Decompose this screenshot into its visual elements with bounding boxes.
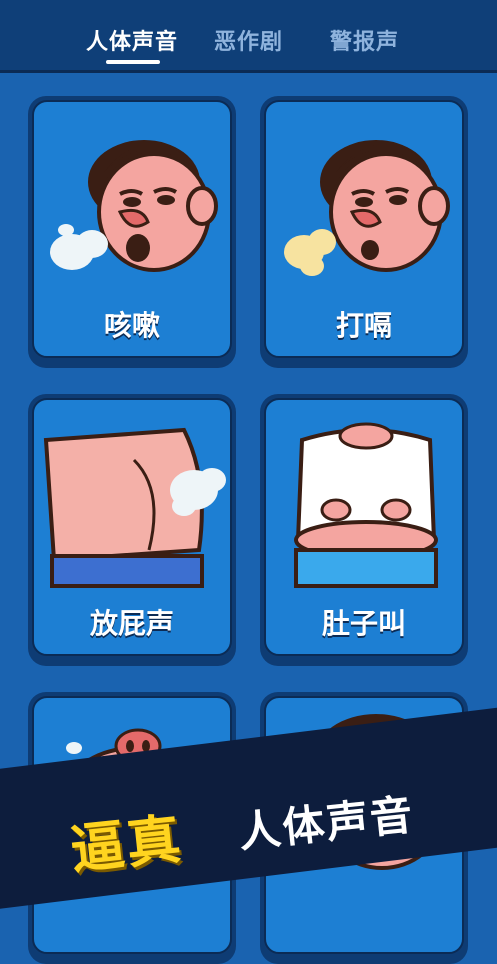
promo-highlight: 逼真 — [67, 807, 186, 882]
sound-card-cough[interactable]: 咳嗽 — [28, 96, 236, 368]
card-label: 放屁声 — [89, 607, 174, 640]
fart-butt-icon — [43, 427, 226, 588]
tab-pranks[interactable]: 恶作剧 — [214, 24, 283, 56]
belly-icon — [294, 422, 438, 588]
burp-face-icon — [284, 140, 450, 276]
card-label: 肚子叫 — [321, 607, 406, 640]
sound-card-burp[interactable]: 打嗝 — [260, 96, 468, 368]
tab-bar: 人体声音 恶作剧 警报声 — [0, 0, 497, 73]
card-label: 打嗝 — [335, 309, 392, 342]
tab-alarm-sounds[interactable]: 警报声 — [330, 24, 399, 56]
active-tab-indicator — [106, 60, 160, 64]
tab-human-sounds[interactable]: 人体声音 — [86, 24, 178, 56]
sound-card-belly[interactable]: 肚子叫 — [260, 394, 468, 666]
cough-face-icon — [50, 140, 218, 272]
sound-card-fart[interactable]: 放屁声 — [28, 394, 236, 666]
card-label: 咳嗽 — [103, 309, 160, 342]
